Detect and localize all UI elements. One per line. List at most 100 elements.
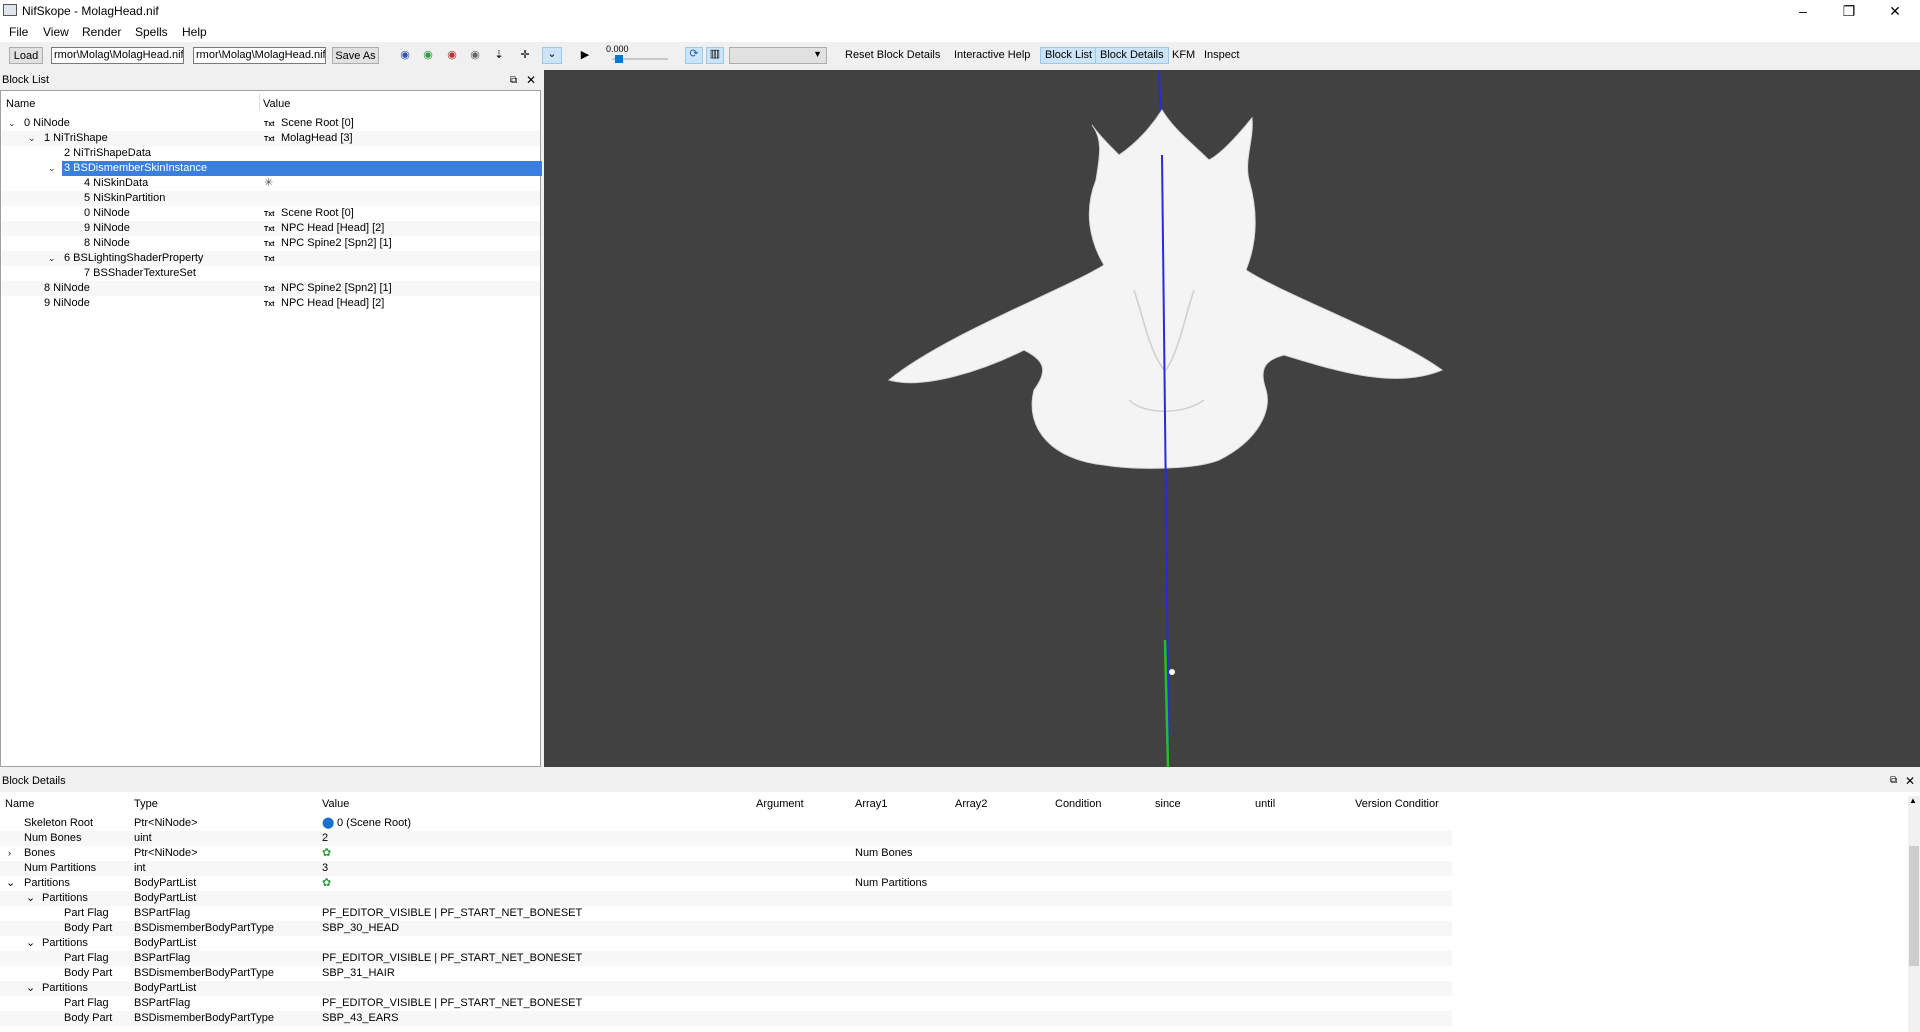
detail-row[interactable]: Part Flag BSPartFlag PF_EDITOR_VISIBLE |… — [0, 951, 1452, 966]
collapse-arrow-icon[interactable]: ⌄ — [26, 936, 35, 951]
skin-data-icon: ✳ — [264, 177, 274, 189]
col-version-condition[interactable]: Version Conditior — [1355, 798, 1439, 810]
model-view — [887, 70, 1444, 767]
detail-row[interactable]: Part Flag BSPartFlag PF_EDITOR_VISIBLE |… — [0, 906, 1452, 921]
tree-row[interactable]: 2 NiTriShapeData — [2, 146, 540, 161]
minimize-button[interactable]: – — [1780, 0, 1826, 22]
save-as-button[interactable]: Save As — [332, 47, 379, 64]
collapse-arrow-icon[interactable]: ⌄ — [48, 161, 56, 176]
float-icon[interactable]: ⧉ — [510, 72, 517, 89]
render-viewport[interactable] — [544, 70, 1920, 767]
array-icon: ✿ — [322, 877, 332, 889]
col-value[interactable]: Value — [322, 798, 349, 810]
block-list-toggle[interactable]: Block List — [1040, 47, 1098, 64]
block-details-header: Block Details ⧉ ✕ — [0, 774, 1920, 788]
detail-row[interactable]: ⌄ Partitions BodyPartList ✿ Num Partitio… — [0, 876, 1452, 891]
col-until[interactable]: until — [1255, 798, 1275, 810]
time-slider-handle[interactable] — [615, 55, 623, 63]
window-title: NifSkope - MolagHead.nif — [22, 4, 159, 18]
menu-file[interactable]: File — [9, 25, 28, 39]
maximize-button[interactable]: ❐ — [1826, 0, 1872, 22]
switch-icon[interactable]: ▥ — [706, 47, 724, 64]
block-details-toggle[interactable]: Block Details — [1095, 47, 1169, 64]
view-walk-icon[interactable]: ◉ — [398, 49, 412, 61]
col-since[interactable]: since — [1155, 798, 1181, 810]
detail-row[interactable]: Body Part BSDismemberBodyPartType SBP_43… — [0, 1011, 1452, 1026]
tree-row[interactable]: 0 NiNode Txt Scene Root [0] — [2, 206, 540, 221]
collapse-arrow-icon[interactable]: ⌄ — [6, 876, 15, 891]
kfm-button[interactable]: KFM — [1168, 47, 1199, 64]
tree-row[interactable]: 9 NiNode Txt NPC Head [Head] [2] — [2, 221, 540, 236]
array-icon: ✿ — [322, 847, 332, 859]
tree-row[interactable]: 8 NiNode Txt NPC Spine2 [Spn2] [1] — [2, 281, 540, 296]
detail-row[interactable]: Part Flag BSPartFlag PF_EDITOR_VISIBLE |… — [0, 996, 1452, 1011]
tree-row[interactable]: 5 NiSkinPartition — [2, 191, 540, 206]
view-red-icon[interactable]: ◉ — [445, 49, 459, 61]
collapse-arrow-icon[interactable]: ⌄ — [28, 131, 36, 146]
load-button[interactable]: Load — [9, 47, 43, 64]
scrollbar-thumb[interactable] — [1909, 846, 1919, 966]
detail-row[interactable]: Num Partitions int 3 — [0, 861, 1452, 876]
block-list-header: Block List ⧉ ✕ — [0, 72, 541, 89]
scroll-up-icon[interactable]: ▲ — [1909, 796, 1917, 805]
save-path-input[interactable]: rmor\Molag\MolagHead.nif — [193, 47, 326, 64]
collapse-arrow-icon[interactable]: ⌄ — [26, 981, 35, 996]
detail-row[interactable]: Skeleton Root Ptr<NiNode> ⬤ 0 (Scene Roo… — [0, 816, 1452, 831]
detail-row[interactable]: › Bones Ptr<NiNode> ✿ Num Bones — [0, 846, 1452, 861]
col-type[interactable]: Type — [134, 798, 158, 810]
animation-select[interactable]: ▼ — [729, 47, 827, 64]
close-button[interactable]: ✕ — [1872, 0, 1918, 22]
reset-block-details-button[interactable]: Reset Block Details — [841, 47, 944, 64]
node-link-icon: ⬤ — [322, 817, 335, 829]
tree-row[interactable]: 9 NiNode Txt NPC Head [Head] [2] — [2, 296, 540, 311]
detail-row[interactable]: Body Part BSDismemberBodyPartType SBP_31… — [0, 966, 1452, 981]
col-array1[interactable]: Array1 — [855, 798, 887, 810]
interactive-help-button[interactable]: Interactive Help — [950, 47, 1034, 64]
menu-view[interactable]: View — [43, 25, 69, 39]
collapse-arrow-icon[interactable]: ⌄ — [8, 116, 16, 131]
detail-row[interactable]: Body Part BSDismemberBodyPartType SBP_30… — [0, 921, 1452, 936]
inspect-button[interactable]: Inspect — [1200, 47, 1243, 64]
collapse-arrow-icon[interactable]: ⌄ — [26, 891, 35, 906]
tree-row[interactable]: 4 NiSkinData ✳ — [2, 176, 540, 191]
detail-row[interactable]: ⌄ Partitions BodyPartList — [0, 981, 1452, 996]
tree-row[interactable]: ⌄ 0 NiNode Txt Scene Root [0] — [2, 116, 540, 131]
menu-spells[interactable]: Spells — [135, 25, 168, 39]
app-icon — [3, 4, 17, 16]
toolbar: Load rmor\Molag\MolagHead.nif rmor\Molag… — [0, 42, 1920, 70]
close-panel-icon[interactable]: ✕ — [1905, 774, 1915, 788]
block-list-tree[interactable]: Name Value ⌄ 0 NiNode Txt Scene Root [0] … — [0, 90, 542, 767]
detail-row[interactable]: ⌄ Partitions BodyPartList — [0, 936, 1452, 951]
load-path-input[interactable]: rmor\Molag\MolagHead.nif — [51, 47, 184, 64]
vertical-scrollbar[interactable]: ▲ — [1908, 796, 1920, 1032]
loop-icon[interactable]: ⟳ — [685, 47, 703, 64]
tree-row[interactable]: ⌄ 6 BSLightingShaderProperty Txt — [2, 251, 540, 266]
menu-render[interactable]: Render — [82, 25, 121, 39]
close-panel-icon[interactable]: ✕ — [526, 72, 536, 89]
axis-origin — [1169, 669, 1175, 675]
menu-help[interactable]: Help — [182, 25, 207, 39]
chevron-down-icon[interactable]: ⌄ — [542, 47, 562, 64]
view-flip-icon[interactable]: ◉ — [468, 49, 482, 61]
view-green-icon[interactable]: ◉ — [421, 49, 435, 61]
expand-arrow-icon[interactable]: › — [8, 846, 11, 861]
column-value[interactable]: Value — [263, 98, 290, 110]
col-condition[interactable]: Condition — [1055, 798, 1101, 810]
time-value: 0.000 — [606, 44, 629, 54]
col-array2[interactable]: Array2 — [955, 798, 987, 810]
view-user-icon[interactable]: ⇣ — [492, 49, 506, 61]
axis-icon[interactable]: ✛ — [518, 49, 532, 61]
play-icon[interactable]: ▶ — [578, 49, 592, 61]
tree-row[interactable]: ⌄ 1 NiTriShape Txt MolagHead [3] — [2, 131, 540, 146]
col-argument[interactable]: Argument — [756, 798, 804, 810]
block-details-table[interactable]: Name Type Value Argument Array1 Array2 C… — [0, 792, 1920, 1032]
tree-row-selected[interactable]: ⌄ 3 BSDismemberSkinInstance — [2, 161, 542, 176]
float-icon[interactable]: ⧉ — [1890, 774, 1897, 788]
tree-row[interactable]: 8 NiNode Txt NPC Spine2 [Spn2] [1] — [2, 236, 540, 251]
col-name[interactable]: Name — [5, 798, 34, 810]
detail-row[interactable]: ⌄ Partitions BodyPartList — [0, 891, 1452, 906]
detail-row[interactable]: Num Bones uint 2 — [0, 831, 1452, 846]
tree-row[interactable]: 7 BSShaderTextureSet — [2, 266, 540, 281]
column-name[interactable]: Name — [6, 98, 35, 110]
collapse-arrow-icon[interactable]: ⌄ — [48, 251, 56, 266]
